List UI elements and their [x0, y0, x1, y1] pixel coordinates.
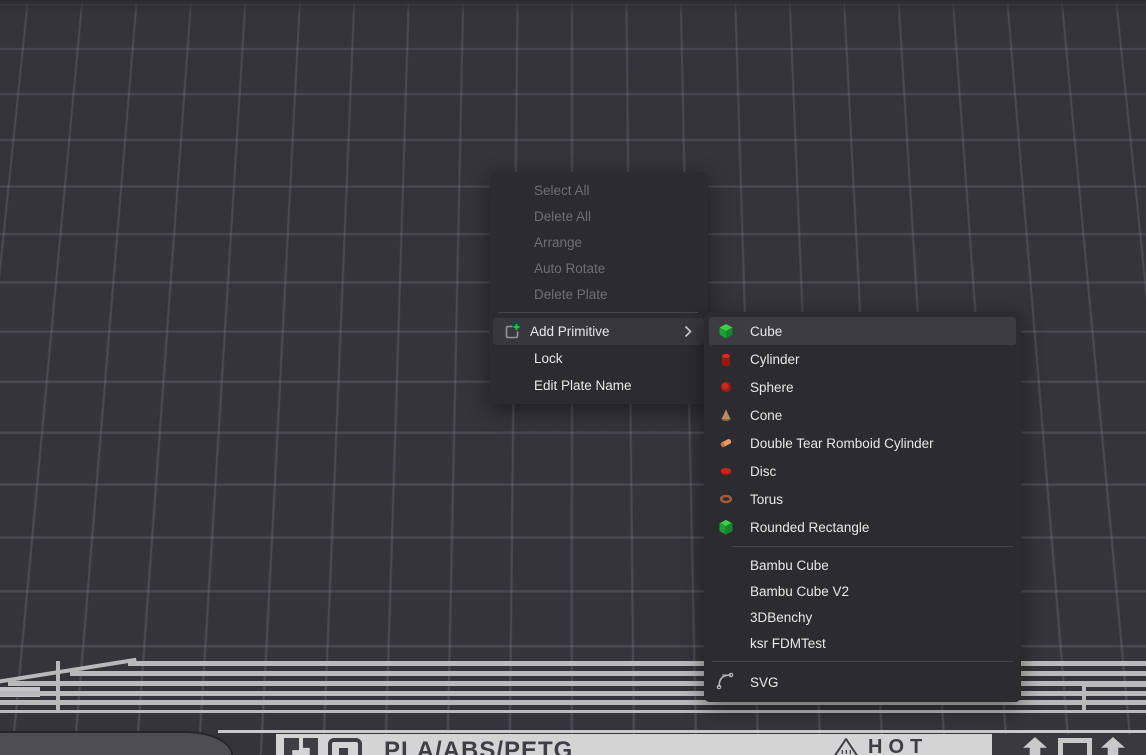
submenu-item-3dbenchy[interactable]: 3DBenchy [704, 604, 1021, 630]
plate-bar-right [992, 734, 1146, 755]
plate-bracket-side [1082, 683, 1086, 713]
plate-bracket-top [1082, 683, 1146, 687]
bezier-curve-icon [714, 670, 738, 695]
submenu-item-label: ksr FDMTest [750, 636, 826, 651]
submenu-item-bambu-cube[interactable]: Bambu Cube [704, 552, 1021, 578]
submenu-item-label: SVG [750, 675, 779, 690]
submenu-item-double-tear-romboid-cylinder[interactable]: Double Tear Romboid Cylinder [704, 429, 1021, 457]
menu-item-label: Auto Rotate [534, 261, 605, 276]
menu-item-select-all: Select All [489, 177, 708, 203]
submenu-item-sphere[interactable]: Sphere [704, 373, 1021, 401]
submenu-arrow-icon [684, 325, 704, 338]
menu-item-label: Delete All [534, 209, 591, 224]
submenu-item-disc[interactable]: Disc [704, 457, 1021, 485]
plate-edge-post [56, 661, 60, 713]
sphere-icon [716, 379, 736, 395]
submenu-separator [732, 546, 1013, 547]
slicer-3d-viewport: PLA/ABS/PETG HOT Select All Delete All A… [0, 0, 1146, 755]
qr-code-icon [328, 738, 362, 755]
submenu-item-label: Torus [750, 492, 783, 507]
submenu-item-torus[interactable]: Torus [704, 485, 1021, 513]
submenu-item-rounded-rectangle[interactable]: Rounded Rectangle [704, 513, 1021, 541]
submenu-item-label: 3DBenchy [750, 610, 812, 625]
menu-item-label: Select All [534, 183, 590, 198]
plate-handle-tab [0, 731, 233, 755]
menu-item-label: Lock [534, 351, 563, 366]
submenu-item-label: Sphere [750, 380, 794, 395]
bambu-logo-icon [284, 738, 299, 755]
plate-label-bar: PLA/ABS/PETG HOT [276, 734, 992, 755]
submenu-item-cube[interactable]: Cube [709, 317, 1016, 345]
submenu-item-cylinder[interactable]: Cylinder [704, 345, 1021, 373]
submenu-item-label: Rounded Rectangle [750, 520, 869, 535]
disc-icon [716, 463, 736, 479]
submenu-separator [712, 661, 1013, 662]
romboid-cylinder-icon [716, 435, 736, 451]
submenu-item-label: Cone [750, 408, 782, 423]
menu-item-add-primitive[interactable]: Add Primitive [493, 318, 704, 345]
submenu-item-bambu-cube-v2[interactable]: Bambu Cube V2 [704, 578, 1021, 604]
menu-separator [499, 312, 698, 313]
add-primitive-icon [493, 323, 530, 341]
menu-item-delete-all: Delete All [489, 203, 708, 229]
submenu-item-label: Cube [750, 324, 782, 339]
cylinder-icon [716, 351, 736, 367]
cone-icon [716, 407, 736, 423]
square-outline-icon [1058, 738, 1092, 755]
submenu-item-label: Bambu Cube V2 [750, 584, 849, 599]
menu-item-label: Arrange [534, 235, 582, 250]
submenu-item-label: Disc [750, 464, 776, 479]
submenu-item-label: Double Tear Romboid Cylinder [750, 436, 934, 451]
add-primitive-submenu: Cube Cylinder Sphere [704, 312, 1021, 702]
menu-item-label: Delete Plate [534, 287, 608, 302]
hot-surface-warning-icon [832, 737, 860, 755]
plate-material-label: PLA/ABS/PETG [384, 737, 573, 755]
menu-item-arrange: Arrange [489, 229, 708, 255]
plate-stripe [0, 710, 1146, 713]
submenu-item-ksr-fdmtest[interactable]: ksr FDMTest [704, 630, 1021, 656]
submenu-item-svg[interactable]: SVG [704, 667, 1021, 697]
submenu-item-label: Cylinder [750, 352, 800, 367]
submenu-item-label: Bambu Cube [750, 558, 829, 573]
menu-item-label: Edit Plate Name [534, 378, 632, 393]
cube-icon [716, 323, 736, 339]
menu-item-delete-plate: Delete Plate [489, 281, 708, 307]
menu-item-edit-plate-name[interactable]: Edit Plate Name [489, 372, 708, 399]
up-arrow-icon [1098, 737, 1128, 755]
up-arrow-icon [1020, 737, 1050, 755]
menu-item-label: Add Primitive [530, 324, 610, 339]
plate-context-menu: Select All Delete All Arrange Auto Rotat… [489, 172, 708, 404]
bambu-logo-icon [303, 738, 318, 755]
menu-item-auto-rotate: Auto Rotate [489, 255, 708, 281]
viewport-horizon-fade [0, 0, 1146, 14]
plate-front-top-line [218, 730, 1146, 733]
rounded-rectangle-icon [716, 519, 736, 535]
submenu-item-cone[interactable]: Cone [704, 401, 1021, 429]
torus-icon [716, 491, 736, 507]
plate-hot-label: HOT [868, 736, 928, 755]
menu-item-lock[interactable]: Lock [489, 345, 708, 372]
